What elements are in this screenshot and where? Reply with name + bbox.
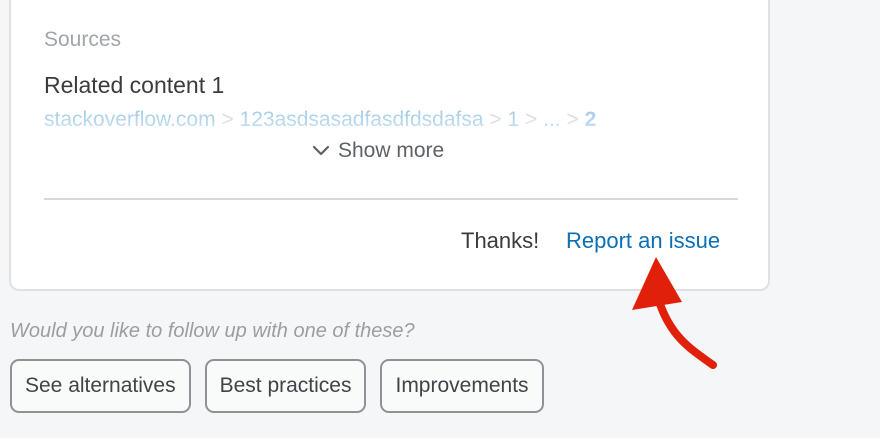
suggestion-best-practices[interactable]: Best practices	[204, 359, 367, 413]
breadcrumb-separator: >	[221, 108, 234, 130]
chevron-down-icon	[312, 145, 330, 157]
breadcrumb-separator: >	[566, 108, 579, 130]
followup-suggestions: See alternatives Best practices Improvem…	[10, 359, 544, 413]
source-breadcrumb[interactable]: stackoverflow.com > 123asdsasadfasdfdsda…	[44, 108, 596, 130]
followup-prompt: Would you like to follow up with one of …	[10, 320, 415, 342]
divider	[44, 198, 738, 200]
show-more-button[interactable]: Show more	[312, 139, 444, 163]
breadcrumb-domain: stackoverflow.com	[44, 108, 216, 130]
annotation-arrow-icon	[632, 257, 717, 369]
breadcrumb-page: 2	[584, 108, 597, 130]
breadcrumb-ellipsis: ...	[543, 108, 561, 130]
breadcrumb-path-1: 123asdsasadfasdfdsdafsa	[239, 108, 484, 130]
show-more-label: Show more	[338, 139, 445, 162]
suggestion-see-alternatives[interactable]: See alternatives	[10, 359, 191, 413]
thanks-text: Thanks!	[461, 228, 540, 253]
arrow-head	[632, 257, 682, 310]
suggestion-improvements[interactable]: Improvements	[380, 359, 544, 413]
arrow-shaft	[656, 300, 717, 369]
sources-label: Sources	[44, 28, 122, 51]
breadcrumb-separator: >	[489, 108, 502, 130]
related-content-title[interactable]: Related content 1	[44, 72, 224, 99]
breadcrumb-path-2: 1	[507, 108, 520, 130]
breadcrumb-separator: >	[525, 108, 538, 130]
